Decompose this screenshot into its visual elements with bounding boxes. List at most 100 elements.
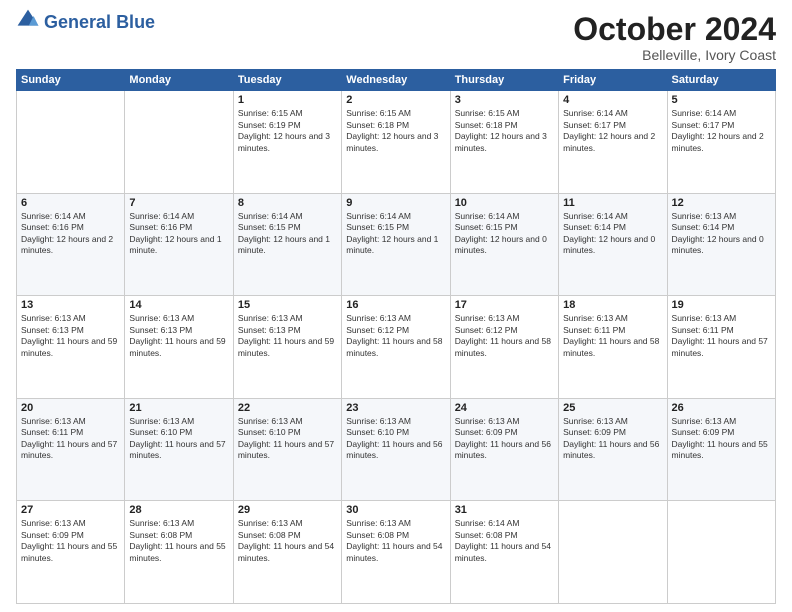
calendar-cell [667,501,775,604]
cell-info: Sunrise: 6:13 AMSunset: 6:13 PMDaylight:… [129,313,228,359]
day-number: 14 [129,299,228,311]
calendar-cell: 30 Sunrise: 6:13 AMSunset: 6:08 PMDayligh… [342,501,450,604]
calendar-cell: 5 Sunrise: 6:14 AMSunset: 6:17 PMDaylight… [667,91,775,194]
calendar-cell: 10 Sunrise: 6:14 AMSunset: 6:15 PMDayligh… [450,193,558,296]
calendar-week-2: 6 Sunrise: 6:14 AMSunset: 6:16 PMDaylight… [17,193,776,296]
day-number: 6 [21,197,120,209]
calendar-cell [559,501,667,604]
cell-info: Sunrise: 6:15 AMSunset: 6:18 PMDaylight:… [346,108,445,154]
calendar-cell: 29Sunrise: 6:13 AMSunset: 6:08 PMDayligh… [233,501,341,604]
cell-info: Sunrise: 6:13 AMSunset: 6:13 PMDaylight:… [21,313,120,359]
day-number: 18 [563,299,662,311]
cell-info: Sunrise: 6:13 AMSunset: 6:12 PMDaylight:… [346,313,445,359]
cell-info: Sunrise: 6:13 AMSunset: 6:09 PMDaylight:… [455,416,554,462]
day-number: 31 [455,504,554,516]
calendar-cell: 18 Sunrise: 6:13 AMSunset: 6:11 PMDayligh… [559,296,667,399]
calendar-cell: 15 Sunrise: 6:13 AMSunset: 6:13 PMDayligh… [233,296,341,399]
calendar-cell: 17Sunrise: 6:13 AMSunset: 6:12 PMDayligh… [450,296,558,399]
cell-info: Sunrise: 6:14 AMSunset: 6:17 PMDaylight:… [672,108,771,154]
location: Belleville, Ivory Coast [573,47,776,63]
cell-info: Sunrise: 6:13 AMSunset: 6:11 PMDaylight:… [563,313,662,359]
day-number: 27 [21,504,120,516]
col-wednesday: Wednesday [342,70,450,91]
calendar-table: Sunday Monday Tuesday Wednesday Thursday… [16,69,776,604]
cell-info: Sunrise: 6:13 AMSunset: 6:09 PMDaylight:… [672,416,771,462]
day-number: 4 [563,94,662,106]
cell-info: Sunrise: 6:15 AMSunset: 6:18 PMDaylight:… [455,108,554,154]
day-number: 2 [346,94,445,106]
day-number: 30 [346,504,445,516]
col-thursday: Thursday [450,70,558,91]
day-number: 9 [346,197,445,209]
day-number: 26 [672,402,771,414]
day-number: 10 [455,197,554,209]
day-number: 7 [129,197,228,209]
calendar-cell: 3 Sunrise: 6:15 AMSunset: 6:18 PMDaylight… [450,91,558,194]
col-monday: Monday [125,70,233,91]
day-number: 19 [672,299,771,311]
cell-info: Sunrise: 6:13 AMSunset: 6:10 PMDaylight:… [129,416,228,462]
calendar-cell: 4 Sunrise: 6:14 AMSunset: 6:17 PMDaylight… [559,91,667,194]
calendar-cell: 27 Sunrise: 6:13 AMSunset: 6:09 PMDayligh… [17,501,125,604]
day-number: 16 [346,299,445,311]
day-number: 11 [563,197,662,209]
cell-info: Sunrise: 6:13 AMSunset: 6:14 PMDaylight:… [672,211,771,257]
calendar-cell: 28Sunrise: 6:13 AMSunset: 6:08 PMDayligh… [125,501,233,604]
logo-icon [16,8,40,32]
logo-text: General Blue [44,12,155,33]
day-number: 15 [238,299,337,311]
day-number: 22 [238,402,337,414]
calendar-week-3: 13 Sunrise: 6:13 AMSunset: 6:13 PMDayligh… [17,296,776,399]
cell-info: Sunrise: 6:13 AMSunset: 6:09 PMDaylight:… [21,518,120,564]
cell-info: Sunrise: 6:14 AMSunset: 6:14 PMDaylight:… [563,211,662,257]
cell-info: Sunrise: 6:14 AMSunset: 6:16 PMDaylight:… [129,211,228,257]
day-number: 25 [563,402,662,414]
calendar-cell: 19 Sunrise: 6:13 AMSunset: 6:11 PMDayligh… [667,296,775,399]
calendar-cell: 25 Sunrise: 6:13 AMSunset: 6:09 PMDayligh… [559,398,667,501]
day-number: 13 [21,299,120,311]
month-title: October 2024 [573,12,776,47]
day-number: 1 [238,94,337,106]
calendar-cell: 1 Sunrise: 6:15 AMSunset: 6:19 PMDaylight… [233,91,341,194]
logo-line1: General [44,12,111,32]
cell-info: Sunrise: 6:14 AMSunset: 6:17 PMDaylight:… [563,108,662,154]
day-number: 5 [672,94,771,106]
calendar-cell: 16 Sunrise: 6:13 AMSunset: 6:12 PMDayligh… [342,296,450,399]
header: General Blue October 2024 Belleville, Iv… [16,12,776,63]
calendar-cell [125,91,233,194]
day-number: 3 [455,94,554,106]
calendar-cell: 8Sunrise: 6:14 AMSunset: 6:15 PMDaylight… [233,193,341,296]
calendar-cell: 20Sunrise: 6:13 AMSunset: 6:11 PMDayligh… [17,398,125,501]
calendar-cell: 2 Sunrise: 6:15 AMSunset: 6:18 PMDaylight… [342,91,450,194]
cell-info: Sunrise: 6:13 AMSunset: 6:08 PMDaylight:… [346,518,445,564]
day-number: 21 [129,402,228,414]
cell-info: Sunrise: 6:14 AMSunset: 6:16 PMDaylight:… [21,211,120,257]
col-tuesday: Tuesday [233,70,341,91]
cell-info: Sunrise: 6:13 AMSunset: 6:11 PMDaylight:… [672,313,771,359]
day-number: 17 [455,299,554,311]
cell-info: Sunrise: 6:14 AMSunset: 6:15 PMDaylight:… [346,211,445,257]
calendar-cell: 13 Sunrise: 6:13 AMSunset: 6:13 PMDayligh… [17,296,125,399]
calendar-cell: 26 Sunrise: 6:13 AMSunset: 6:09 PMDayligh… [667,398,775,501]
calendar-week-1: 1 Sunrise: 6:15 AMSunset: 6:19 PMDaylight… [17,91,776,194]
calendar-cell: 6 Sunrise: 6:14 AMSunset: 6:16 PMDaylight… [17,193,125,296]
calendar-cell: 12Sunrise: 6:13 AMSunset: 6:14 PMDayligh… [667,193,775,296]
cell-info: Sunrise: 6:13 AMSunset: 6:08 PMDaylight:… [238,518,337,564]
day-number: 24 [455,402,554,414]
col-saturday: Saturday [667,70,775,91]
col-sunday: Sunday [17,70,125,91]
day-number: 28 [129,504,228,516]
cell-info: Sunrise: 6:14 AMSunset: 6:15 PMDaylight:… [455,211,554,257]
calendar-cell: 9 Sunrise: 6:14 AMSunset: 6:15 PMDaylight… [342,193,450,296]
cell-info: Sunrise: 6:13 AMSunset: 6:10 PMDaylight:… [346,416,445,462]
calendar-cell [17,91,125,194]
calendar-header-row: Sunday Monday Tuesday Wednesday Thursday… [17,70,776,91]
logo-area: General Blue [16,12,155,33]
col-friday: Friday [559,70,667,91]
cell-info: Sunrise: 6:15 AMSunset: 6:19 PMDaylight:… [238,108,337,154]
cell-info: Sunrise: 6:14 AMSunset: 6:15 PMDaylight:… [238,211,337,257]
cell-info: Sunrise: 6:13 AMSunset: 6:09 PMDaylight:… [563,416,662,462]
cell-info: Sunrise: 6:14 AMSunset: 6:08 PMDaylight:… [455,518,554,564]
cell-info: Sunrise: 6:13 AMSunset: 6:13 PMDaylight:… [238,313,337,359]
calendar-cell: 23Sunrise: 6:13 AMSunset: 6:10 PMDayligh… [342,398,450,501]
